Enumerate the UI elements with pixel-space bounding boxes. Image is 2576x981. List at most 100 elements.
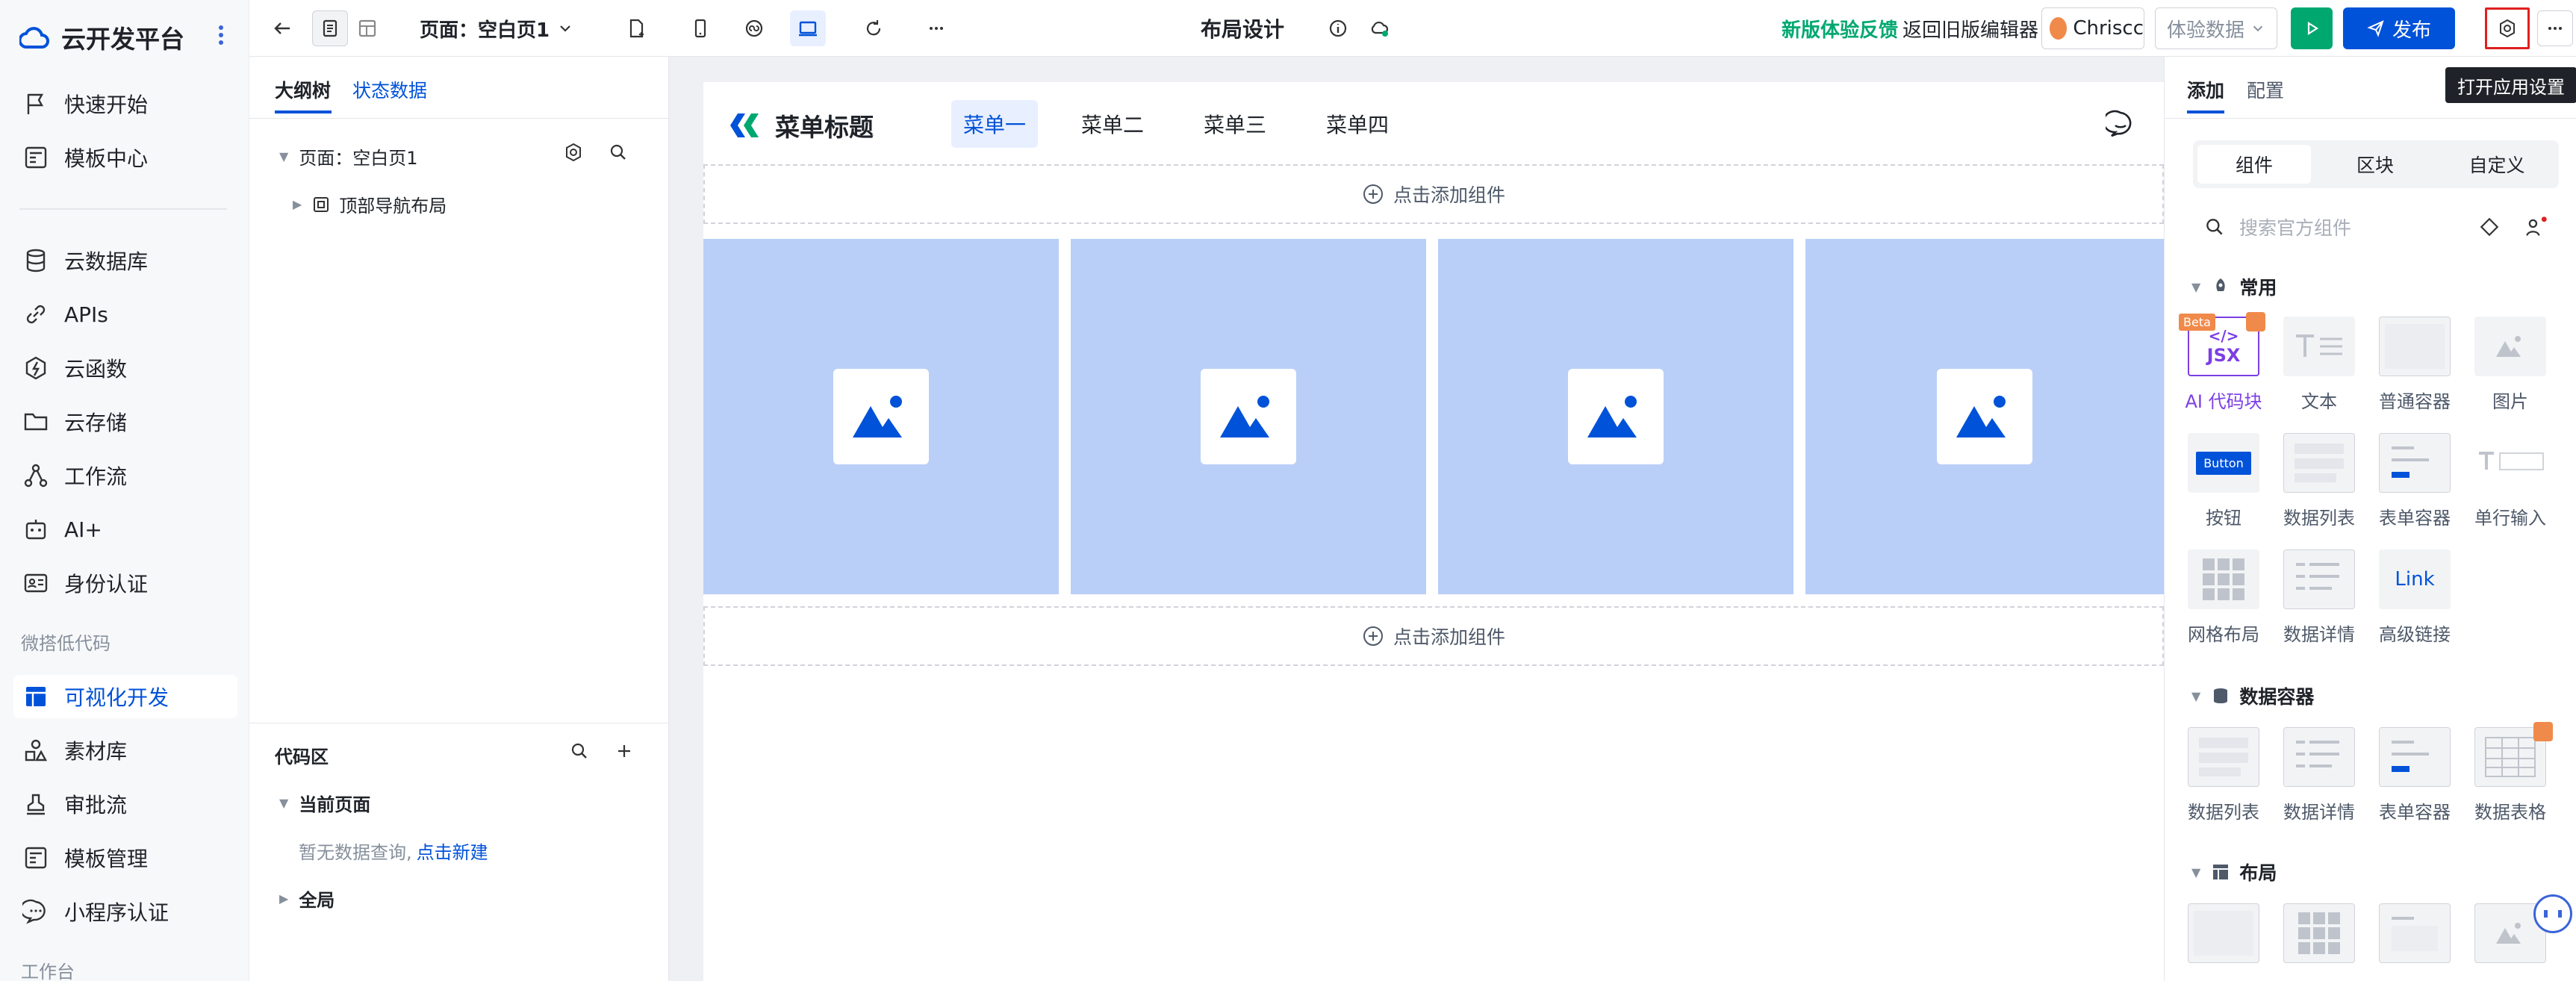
comp-button[interactable]: Button 按钮 bbox=[2183, 433, 2265, 529]
mobile-view-icon[interactable] bbox=[682, 10, 718, 46]
brand[interactable]: 云开发平台 bbox=[19, 16, 184, 58]
nav-item-storage[interactable]: 云存储 bbox=[13, 400, 237, 443]
more-menu-icon[interactable] bbox=[214, 22, 228, 52]
comp-container[interactable]: 普通容器 bbox=[2374, 317, 2456, 413]
run-preview-button[interactable] bbox=[2291, 7, 2333, 49]
tab-state-data[interactable]: 状态数据 bbox=[352, 76, 427, 103]
nav-item-miniprogram-auth[interactable]: 小程序认证 bbox=[13, 890, 237, 933]
grid-icon bbox=[2298, 912, 2340, 954]
comp-text[interactable]: 文本 bbox=[2278, 317, 2360, 413]
nav-item-approval[interactable]: 审批流 bbox=[13, 782, 237, 826]
page-select[interactable]: 页面：空白页1 bbox=[420, 0, 573, 57]
tab-config[interactable]: 配置 bbox=[2247, 76, 2284, 103]
desktop-view-icon[interactable] bbox=[790, 10, 826, 46]
more-actions-icon[interactable] bbox=[2537, 10, 2573, 46]
current-page-group[interactable]: ▼ 当前页面 bbox=[279, 790, 370, 816]
form-icon bbox=[2392, 741, 2429, 772]
user-menu[interactable]: Chriscc bbox=[2041, 7, 2144, 49]
menu-item-3[interactable]: 菜单三 bbox=[1204, 100, 1266, 148]
nav-item-ai[interactable]: AI+ bbox=[13, 508, 237, 551]
app-settings-icon[interactable] bbox=[2485, 7, 2530, 49]
menu-item-2[interactable]: 菜单二 bbox=[1081, 100, 1144, 148]
nav-label: 快速开始 bbox=[64, 93, 149, 117]
nav-item-template-mgmt[interactable]: 模板管理 bbox=[13, 836, 237, 879]
nav-item-auth[interactable]: 身份认证 bbox=[13, 561, 237, 605]
play-icon bbox=[2307, 21, 2319, 36]
add-icon[interactable] bbox=[606, 733, 642, 769]
segment-blocks[interactable]: 区块 bbox=[2318, 145, 2432, 184]
nav-item-workflow[interactable]: 工作流 bbox=[13, 454, 237, 497]
nav-label: 模板中心 bbox=[64, 146, 149, 171]
info-icon[interactable] bbox=[1320, 10, 1356, 46]
comp-data-list[interactable]: 数据列表 bbox=[2183, 727, 2265, 823]
add-component-zone[interactable]: 点击添加组件 bbox=[703, 606, 2164, 666]
menu-item-1[interactable]: 菜单一 bbox=[951, 100, 1038, 148]
page-settings-icon[interactable] bbox=[556, 134, 591, 170]
tree-node-topnav[interactable]: ▶ 顶部导航布局 bbox=[293, 191, 447, 217]
nav-item-functions[interactable]: 云函数 bbox=[13, 346, 237, 390]
chat-icon[interactable] bbox=[2106, 109, 2135, 139]
tree-node-page[interactable]: ▼ 页面：空白页1 bbox=[279, 143, 418, 169]
nav-item-database[interactable]: 云数据库 bbox=[13, 239, 237, 282]
empty-text: 暂无数据查询, bbox=[299, 842, 412, 863]
image-placeholder[interactable] bbox=[1071, 239, 1426, 594]
link-preview: Link bbox=[2395, 568, 2435, 591]
comp-data-table[interactable]: 数据表格 bbox=[2469, 722, 2553, 823]
page-canvas[interactable]: 菜单标题 菜单一 菜单二 菜单三 菜单四 点击添加组件 点击添加组件 bbox=[703, 82, 2164, 981]
image-placeholder[interactable] bbox=[1438, 239, 1793, 594]
refresh-icon[interactable] bbox=[856, 10, 892, 46]
back-old-editor-link[interactable]: 返回旧版编辑器 bbox=[1903, 0, 2038, 57]
comp-form-container[interactable]: 表单容器 bbox=[2374, 727, 2456, 823]
segment-components[interactable]: 组件 bbox=[2197, 145, 2311, 184]
tab-divider bbox=[2165, 118, 2576, 119]
nav-item-materials[interactable]: 素材库 bbox=[13, 729, 237, 772]
miniprogram-view-icon[interactable] bbox=[736, 10, 772, 46]
nav-item-quick-start[interactable]: 快速开始 bbox=[13, 82, 237, 125]
page-view-icon[interactable] bbox=[312, 10, 348, 46]
comp-layout-container[interactable] bbox=[2183, 903, 2265, 963]
add-component-zone[interactable]: 点击添加组件 bbox=[703, 164, 2164, 224]
comp-input[interactable]: 单行输入 bbox=[2469, 433, 2551, 529]
assistant-bot-icon[interactable] bbox=[2533, 894, 2572, 933]
comp-advanced-link[interactable]: Link 高级链接 bbox=[2374, 549, 2456, 646]
comp-data-detail[interactable]: 数据详情 bbox=[2278, 549, 2360, 646]
menu-item-4[interactable]: 菜单四 bbox=[1326, 100, 1389, 148]
image-placeholder[interactable] bbox=[703, 239, 1059, 594]
locate-icon[interactable] bbox=[2478, 216, 2501, 238]
feedback-link[interactable]: 新版体验反馈 bbox=[1782, 0, 1898, 57]
add-page-icon[interactable] bbox=[618, 10, 654, 46]
segment-custom[interactable]: 自定义 bbox=[2439, 145, 2554, 184]
comp-layout-grid[interactable] bbox=[2278, 903, 2360, 963]
tab-outline-tree[interactable]: 大纲树 bbox=[275, 76, 331, 103]
comp-data-list[interactable]: 数据列表 bbox=[2278, 433, 2360, 529]
comp-grid-layout[interactable]: 网格布局 bbox=[2183, 549, 2265, 646]
code-search-icon[interactable] bbox=[561, 733, 597, 769]
create-query-link[interactable]: 点击新建 bbox=[417, 838, 488, 864]
section-common[interactable]: ▼ 常用 bbox=[2191, 273, 2277, 300]
nav-label: 工作流 bbox=[64, 464, 128, 489]
id-card-icon bbox=[24, 573, 48, 593]
component-library-icon[interactable] bbox=[2524, 215, 2548, 239]
search-icon[interactable] bbox=[600, 134, 636, 170]
nav-item-template-center[interactable]: 模板中心 bbox=[13, 136, 237, 179]
env-select[interactable]: 体验数据 bbox=[2155, 7, 2277, 49]
nav-item-visual-dev[interactable]: 可视化开发 bbox=[13, 675, 237, 718]
section-data-container[interactable]: ▼ 数据容器 bbox=[2191, 682, 2314, 709]
image-placeholder[interactable] bbox=[1805, 239, 2164, 594]
component-search[interactable]: 搜索官方组件 bbox=[2193, 203, 2559, 251]
comp-layout-card[interactable] bbox=[2374, 903, 2456, 963]
tab-add[interactable]: 添加 bbox=[2187, 76, 2224, 103]
section-layout[interactable]: ▼ 布局 bbox=[2191, 859, 2277, 885]
layout-view-icon[interactable] bbox=[349, 10, 385, 46]
comp-data-detail[interactable]: 数据详情 bbox=[2278, 727, 2360, 823]
comp-image[interactable]: 图片 bbox=[2469, 317, 2551, 413]
back-arrow-icon[interactable] bbox=[264, 10, 300, 46]
publish-button[interactable]: 发布 bbox=[2343, 7, 2455, 49]
comp-form-container[interactable]: 表单容器 bbox=[2374, 433, 2456, 529]
more-icon[interactable] bbox=[918, 10, 954, 46]
nav-item-apis[interactable]: APIs bbox=[13, 293, 237, 336]
send-icon bbox=[2367, 20, 2384, 37]
top-nav-layout[interactable]: 菜单标题 菜单一 菜单二 菜单三 菜单四 bbox=[703, 82, 2164, 164]
global-group[interactable]: ▶ 全局 bbox=[279, 885, 335, 912]
comp-ai-code-block[interactable]: Beta </> JSX AI 代码块 bbox=[2179, 312, 2265, 413]
